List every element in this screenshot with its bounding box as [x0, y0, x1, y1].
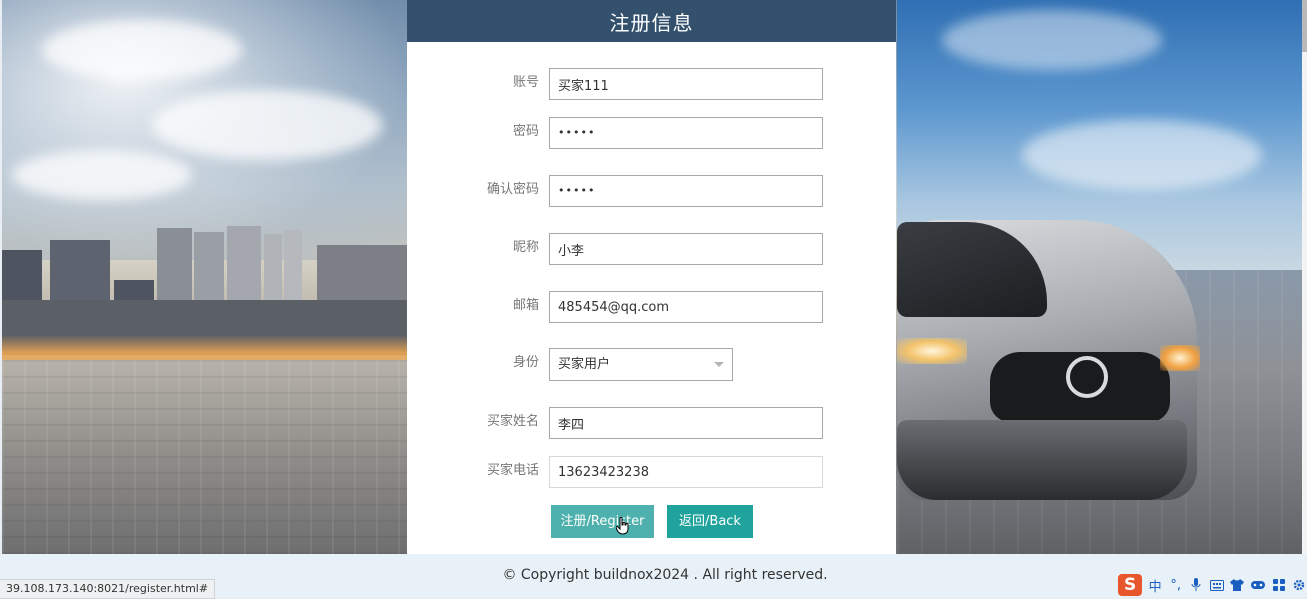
ime-toolbar: S 中 °,	[1118, 573, 1307, 597]
shirt-icon[interactable]	[1230, 576, 1246, 594]
identity-row: 身份 买家用户	[407, 348, 896, 381]
email-row: 邮箱	[407, 291, 896, 323]
cloud	[942, 10, 1162, 70]
headlight	[897, 338, 967, 364]
cloud	[1022, 120, 1262, 190]
hand-cursor-icon	[616, 517, 629, 535]
nickname-input[interactable]	[549, 233, 823, 265]
panel-header: 注册信息	[407, 0, 896, 42]
back-button[interactable]: 返回/Back	[667, 505, 753, 538]
buyer-name-input[interactable]	[549, 407, 823, 439]
identity-selected-value: 买家用户	[558, 357, 611, 372]
ime-mode-toggle[interactable]: 中	[1147, 576, 1163, 595]
account-input[interactable]	[549, 68, 823, 100]
status-bar-url: 39.108.173.140:8021/register.html#	[0, 579, 216, 599]
nickname-label: 昵称	[512, 240, 539, 255]
microphone-icon[interactable]	[1189, 576, 1205, 594]
ground-left	[2, 360, 408, 554]
ime-punctuation-toggle[interactable]: °,	[1168, 576, 1184, 594]
register-panel: 注册信息 账号 密码 ••••• 确认密码 ••••• 昵称 邮箱 身份 买家用…	[407, 0, 896, 554]
buyer-name-row: 买家姓名	[407, 407, 896, 439]
account-label: 账号	[512, 75, 539, 90]
buyer-phone-input[interactable]	[549, 456, 823, 488]
keyboard-icon[interactable]	[1209, 576, 1225, 594]
register-button[interactable]: 注册/Register	[551, 505, 654, 538]
confirm-password-label: 确认密码	[486, 182, 539, 197]
password-label: 密码	[512, 124, 539, 139]
headlight	[1160, 345, 1200, 371]
password-row: 密码 •••••	[407, 117, 896, 149]
sogou-logo-icon[interactable]: S	[1118, 574, 1143, 596]
cloud	[152, 90, 382, 160]
account-row: 账号	[407, 68, 896, 100]
gamepad-icon[interactable]	[1250, 576, 1266, 594]
scrollbar-thumb[interactable]	[1302, 0, 1307, 52]
cloud	[12, 150, 192, 200]
email-label: 邮箱	[512, 298, 539, 313]
buyer-phone-row: 买家电话	[407, 456, 896, 488]
cloud	[42, 20, 242, 80]
confirm-password-input[interactable]: •••••	[549, 175, 823, 207]
chevron-down-icon	[714, 362, 724, 367]
car-logo-icon	[1066, 356, 1108, 398]
apps-icon[interactable]	[1271, 576, 1287, 594]
page-title: 注册信息	[609, 10, 694, 35]
identity-label: 身份	[512, 355, 539, 370]
email-input[interactable]	[549, 291, 823, 323]
confirm-password-row: 确认密码 •••••	[407, 175, 896, 207]
car-bumper	[897, 420, 1187, 500]
buyer-name-label: 买家姓名	[486, 414, 539, 429]
password-input[interactable]: •••••	[549, 117, 823, 149]
buyer-phone-label: 买家电话	[486, 463, 539, 478]
identity-select[interactable]: 买家用户	[549, 348, 733, 381]
nickname-row: 昵称	[407, 233, 896, 265]
scrollbar-track[interactable]	[1302, 0, 1307, 554]
settings-icon[interactable]	[1291, 576, 1307, 594]
